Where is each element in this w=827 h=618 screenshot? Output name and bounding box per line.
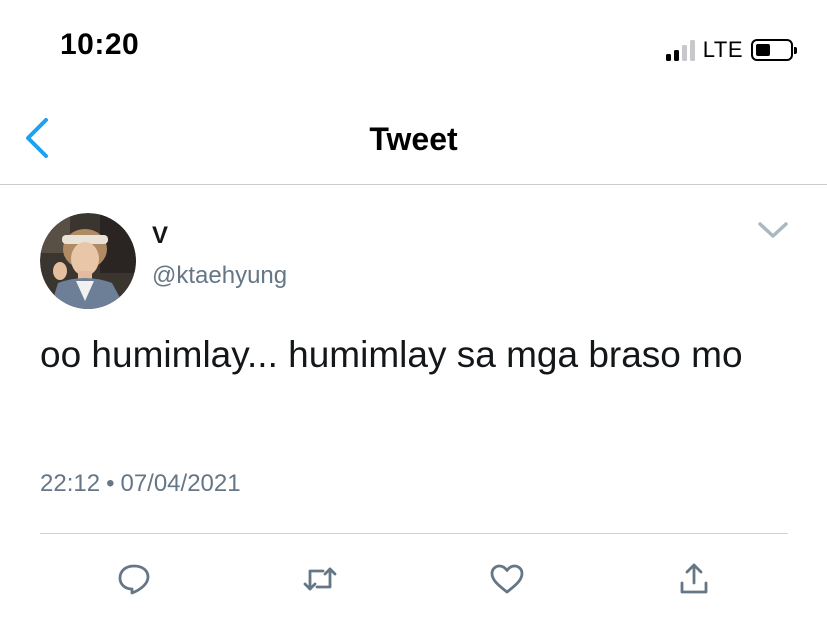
tweet-timestamp: 22:12 • 07/04/2021: [40, 470, 241, 498]
signal-icon: [665, 39, 695, 61]
separator-dot: •: [106, 470, 115, 497]
tweet-time: 22:12: [40, 470, 101, 497]
tweet-screen: 10:20 LTE Tweet V @ktaehyung oo humimlay…: [0, 0, 827, 618]
nav-bar: Tweet: [0, 96, 827, 185]
user-handle[interactable]: @ktaehyung: [152, 262, 287, 290]
avatar[interactable]: [40, 213, 136, 309]
more-options-button[interactable]: [755, 216, 791, 244]
divider: [40, 533, 788, 534]
display-name[interactable]: V: [152, 222, 168, 250]
retweet-icon: [303, 567, 337, 591]
reply-button[interactable]: [114, 561, 154, 597]
battery-icon: [751, 39, 797, 61]
status-indicators: LTE: [665, 36, 797, 64]
like-icon: [490, 564, 524, 594]
like-button[interactable]: [487, 561, 527, 597]
tweet-text: oo humimlay... humimlay sa mga braso mo: [40, 334, 743, 375]
retweet-button[interactable]: [300, 561, 340, 597]
status-time: 10:20: [60, 28, 140, 61]
chevron-down-icon: [758, 222, 788, 238]
reply-icon: [118, 564, 150, 595]
carrier-label: LTE: [702, 37, 743, 62]
tweet-date: 07/04/2021: [120, 470, 241, 497]
share-button[interactable]: [674, 561, 714, 597]
share-icon: [680, 563, 708, 594]
page-title: Tweet: [369, 121, 458, 157]
